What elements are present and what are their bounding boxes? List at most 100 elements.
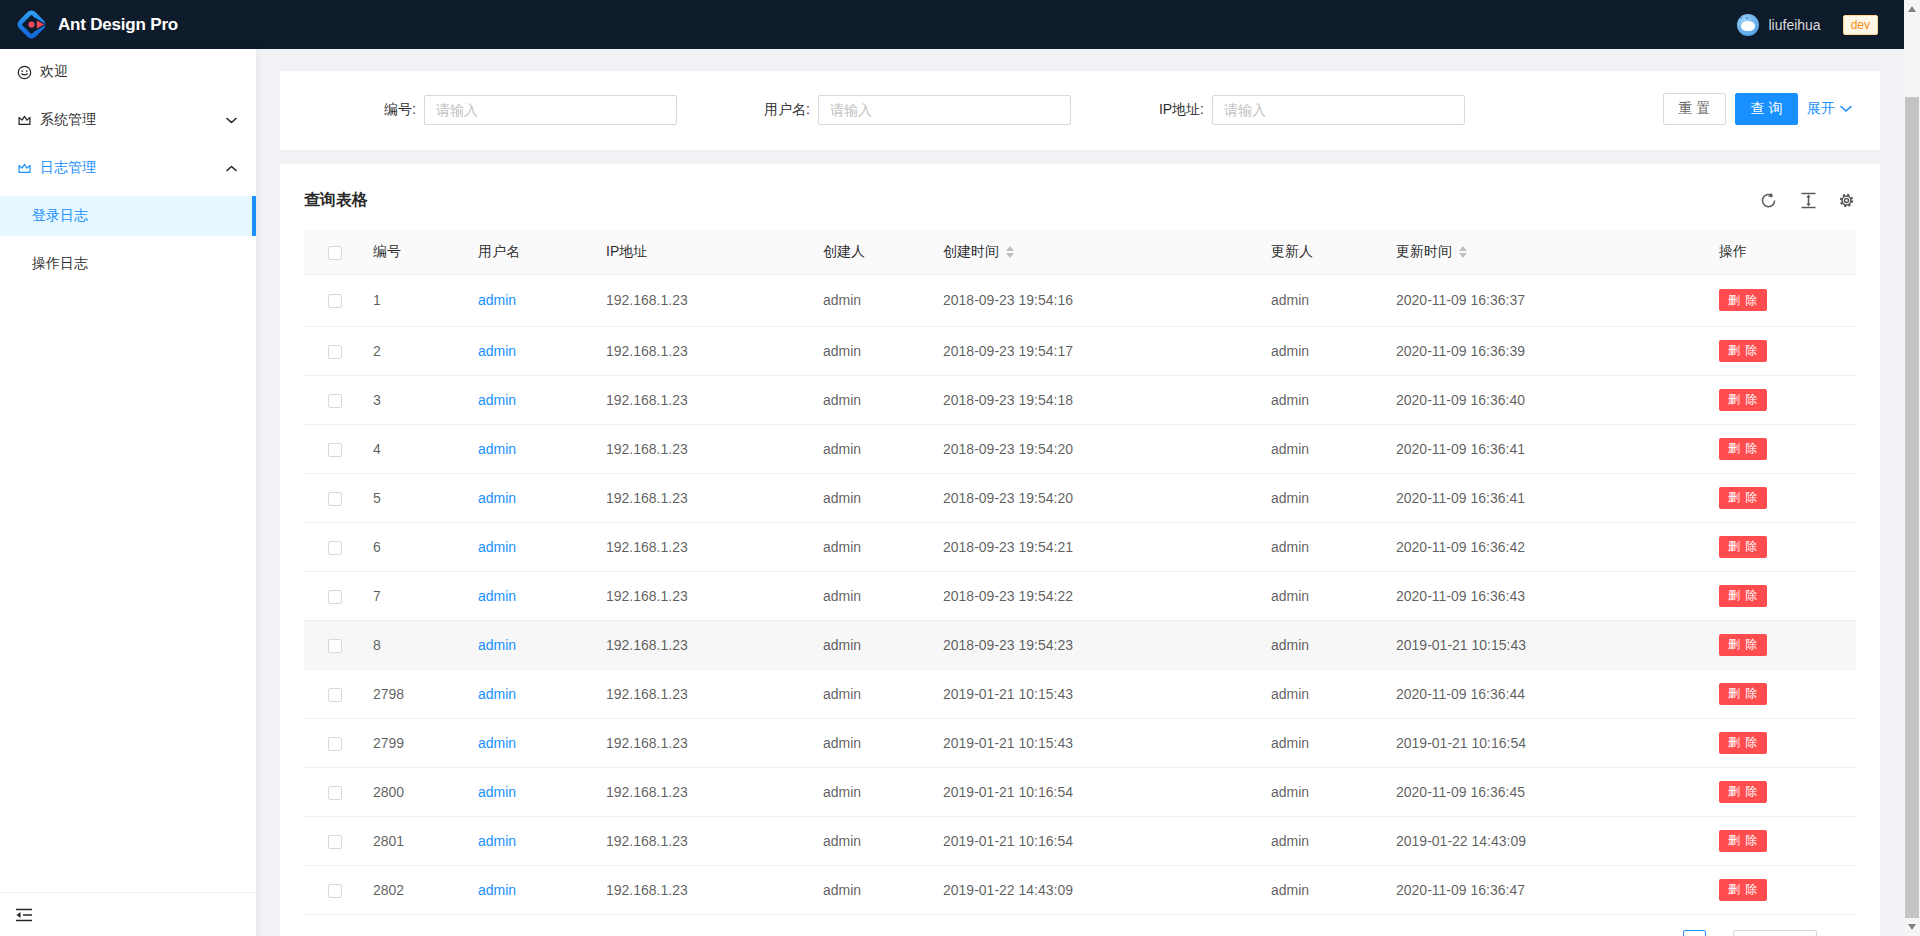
reset-button[interactable]: 重 置 xyxy=(1663,93,1726,125)
row-checkbox[interactable] xyxy=(328,590,342,604)
delete-button[interactable]: 删 除 xyxy=(1719,879,1767,901)
delete-button[interactable]: 删 除 xyxy=(1719,781,1767,803)
cell-updated: 2020-11-09 16:36:42 xyxy=(1380,522,1703,571)
col-header-updated[interactable]: 更新时间 xyxy=(1380,230,1703,274)
row-checkbox[interactable] xyxy=(328,294,342,308)
username-link[interactable]: admin xyxy=(478,833,516,849)
delete-button[interactable]: 删 除 xyxy=(1719,585,1767,607)
username-link[interactable]: admin xyxy=(478,343,516,359)
sidebar-item-login-log[interactable]: 登录日志 xyxy=(0,196,256,236)
username-input[interactable] xyxy=(818,95,1071,125)
table-row: 2798admin192.168.1.23admin2019-01-21 10:… xyxy=(304,669,1856,718)
cell-updated: 2020-11-09 16:36:41 xyxy=(1380,473,1703,522)
env-tag: dev xyxy=(1843,15,1878,35)
username-link[interactable]: admin xyxy=(478,637,516,653)
col-header-id: 编号 xyxy=(357,230,462,274)
sort-icons[interactable] xyxy=(1459,246,1467,258)
row-checkbox[interactable] xyxy=(328,639,342,653)
id-input[interactable] xyxy=(424,95,677,125)
sort-icons[interactable] xyxy=(1006,246,1014,258)
sidebar-item-label: 欢迎 xyxy=(40,63,68,81)
cell-created: 2019-01-22 14:43:09 xyxy=(927,865,1255,914)
delete-button[interactable]: 删 除 xyxy=(1719,830,1767,852)
username-link[interactable]: admin xyxy=(478,392,516,408)
ip-input[interactable] xyxy=(1212,95,1465,125)
sidebar-item-welcome[interactable]: 欢迎 xyxy=(0,52,256,92)
cell-updater: admin xyxy=(1255,326,1380,375)
query-button[interactable]: 查 询 xyxy=(1735,93,1798,125)
row-checkbox[interactable] xyxy=(328,786,342,800)
app-header: Ant Design Pro liufeihua dev xyxy=(0,0,1904,49)
delete-button[interactable]: 删 除 xyxy=(1719,487,1767,509)
user-avatar[interactable] xyxy=(1737,14,1759,36)
scrollbar-thumb[interactable] xyxy=(1905,97,1919,918)
delete-button[interactable]: 删 除 xyxy=(1719,732,1767,754)
username[interactable]: liufeihua xyxy=(1768,17,1820,33)
delete-button[interactable]: 删 除 xyxy=(1719,536,1767,558)
cell-id: 1 xyxy=(357,274,462,326)
cell-ip: 192.168.1.23 xyxy=(590,767,807,816)
row-checkbox[interactable] xyxy=(328,345,342,359)
row-checkbox[interactable] xyxy=(328,884,342,898)
menu-fold-icon[interactable] xyxy=(15,907,33,923)
col-header-creator: 创建人 xyxy=(807,230,927,274)
row-checkbox[interactable] xyxy=(328,492,342,506)
table-row: 7admin192.168.1.23admin2018-09-23 19:54:… xyxy=(304,571,1856,620)
username-link[interactable]: admin xyxy=(478,441,516,457)
row-checkbox[interactable] xyxy=(328,541,342,555)
delete-button[interactable]: 删 除 xyxy=(1719,340,1767,362)
username-link[interactable]: admin xyxy=(478,784,516,800)
row-checkbox[interactable] xyxy=(328,688,342,702)
sidebar-item-logs[interactable]: 日志管理 xyxy=(0,148,256,188)
username-link[interactable]: admin xyxy=(478,882,516,898)
cell-creator: admin xyxy=(807,669,927,718)
sidebar-item-system[interactable]: 系统管理 xyxy=(0,100,256,140)
scrollbar-up-arrow[interactable] xyxy=(1908,6,1916,12)
settings-gear-icon[interactable] xyxy=(1838,192,1855,209)
cell-ip: 192.168.1.23 xyxy=(590,375,807,424)
sidebar-item-label: 操作日志 xyxy=(32,255,88,273)
cell-id: 2800 xyxy=(357,767,462,816)
field-label-username: 用户名: xyxy=(688,101,818,119)
row-checkbox[interactable] xyxy=(328,737,342,751)
table-body: 1admin192.168.1.23admin2018-09-23 19:54:… xyxy=(304,274,1856,914)
username-link[interactable]: admin xyxy=(478,588,516,604)
delete-button[interactable]: 删 除 xyxy=(1719,389,1767,411)
crown-icon xyxy=(17,113,32,128)
cell-created: 2018-09-23 19:54:16 xyxy=(927,274,1255,326)
username-link[interactable]: admin xyxy=(478,490,516,506)
username-link[interactable]: admin xyxy=(478,735,516,751)
row-checkbox[interactable] xyxy=(328,835,342,849)
cell-ip: 192.168.1.23 xyxy=(590,522,807,571)
delete-button[interactable]: 删 除 xyxy=(1719,289,1767,311)
refresh-icon[interactable] xyxy=(1760,192,1777,209)
pagination-size-select[interactable] xyxy=(1733,930,1817,936)
vertical-scrollbar[interactable] xyxy=(1904,0,1920,936)
cell-updated: 2020-11-09 16:36:37 xyxy=(1380,274,1703,326)
cell-updater: admin xyxy=(1255,571,1380,620)
delete-button[interactable]: 删 除 xyxy=(1719,683,1767,705)
chevron-down-icon xyxy=(226,117,237,124)
cell-id: 2801 xyxy=(357,816,462,865)
col-header-created[interactable]: 创建时间 xyxy=(927,230,1255,274)
logo[interactable]: Ant Design Pro xyxy=(0,10,178,39)
select-all-checkbox[interactable] xyxy=(328,246,342,260)
expand-link[interactable]: 展开 xyxy=(1807,93,1852,125)
row-checkbox[interactable] xyxy=(328,394,342,408)
sidebar-item-operation-log[interactable]: 操作日志 xyxy=(0,244,256,284)
table-title: 查询表格 xyxy=(304,190,368,211)
column-height-icon[interactable] xyxy=(1800,192,1817,209)
username-link[interactable]: admin xyxy=(478,539,516,555)
scrollbar-down-arrow[interactable] xyxy=(1908,924,1916,930)
cell-creator: admin xyxy=(807,865,927,914)
cell-ip: 192.168.1.23 xyxy=(590,473,807,522)
row-checkbox[interactable] xyxy=(328,443,342,457)
sidebar-item-label: 登录日志 xyxy=(32,207,88,225)
delete-button[interactable]: 删 除 xyxy=(1719,634,1767,656)
cell-updated: 2019-01-21 10:16:54 xyxy=(1380,718,1703,767)
cell-creator: admin xyxy=(807,326,927,375)
pagination-current-page[interactable] xyxy=(1683,930,1706,936)
username-link[interactable]: admin xyxy=(478,292,516,308)
username-link[interactable]: admin xyxy=(478,686,516,702)
delete-button[interactable]: 删 除 xyxy=(1719,438,1767,460)
